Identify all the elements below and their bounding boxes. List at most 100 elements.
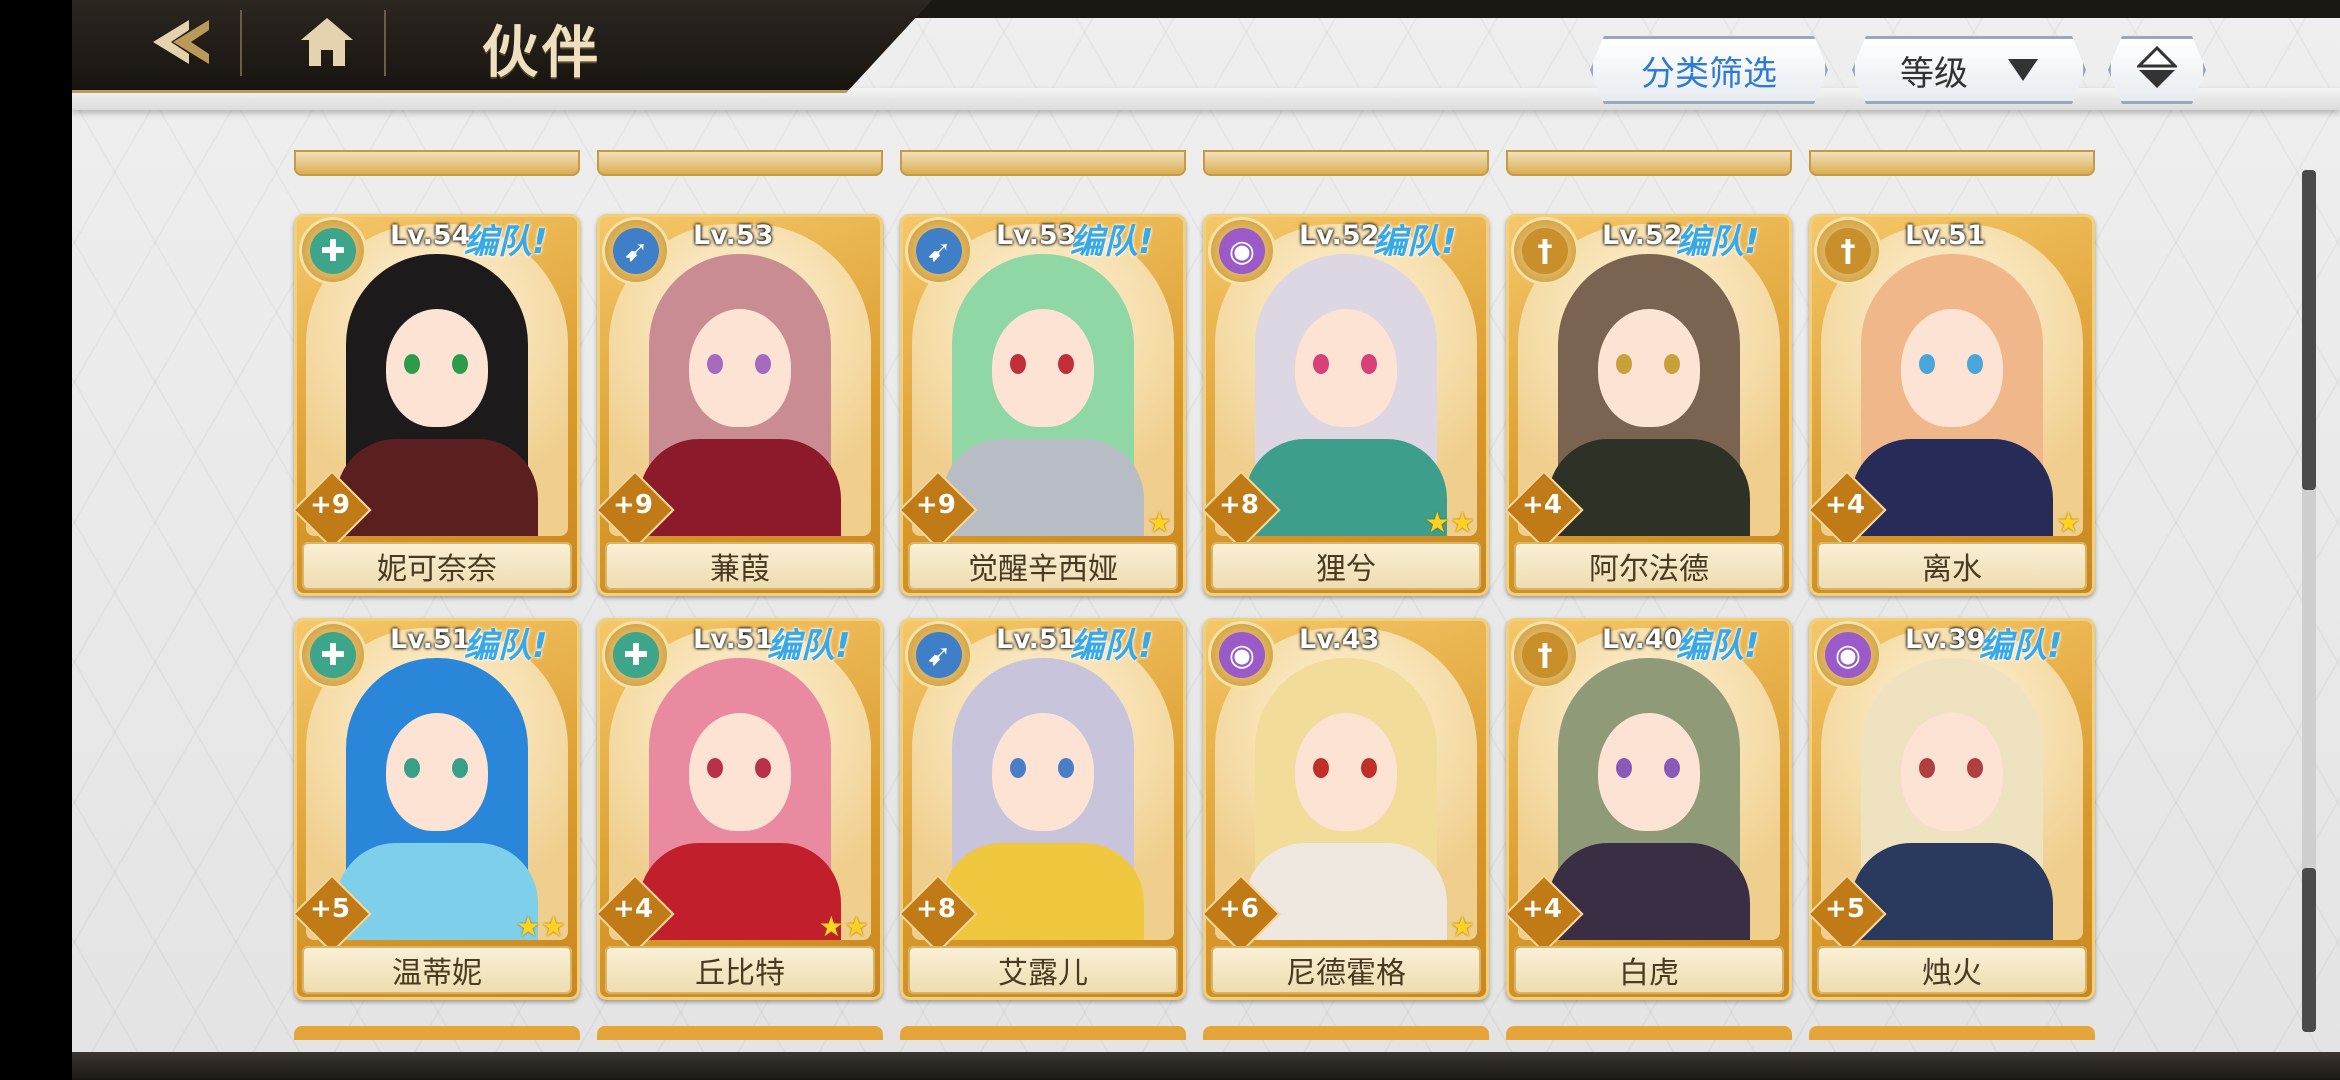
portrait-eye bbox=[452, 758, 468, 778]
partner-grid[interactable]: ✚ Lv.54 编队! +9 妮可奈奈 ➹ Lv.53 +9 蒹葭 ➹ Lv.5… bbox=[294, 150, 2168, 1040]
scrollbar[interactable] bbox=[2302, 170, 2316, 1032]
sort-dropdown[interactable]: 等级 bbox=[1852, 36, 2086, 104]
portrait-eye bbox=[707, 758, 723, 778]
star-rating: ★ bbox=[2055, 506, 2081, 539]
portrait-eye bbox=[404, 354, 420, 374]
card-partial-bottom[interactable] bbox=[1506, 1026, 1792, 1040]
portrait-eye bbox=[755, 354, 771, 374]
partner-card[interactable]: ✚ Lv.51 编队! +4 ★★ 丘比特 bbox=[597, 618, 883, 1000]
partner-name: 烛火 bbox=[1817, 946, 2087, 994]
bottom-bar bbox=[72, 1052, 2340, 1080]
class-bow-icon: ➹ bbox=[605, 220, 667, 282]
partner-card[interactable]: ◉ Lv.39 编队! +5 烛火 bbox=[1809, 618, 2095, 1000]
portrait-eye bbox=[1919, 758, 1935, 778]
card-partial-bottom[interactable] bbox=[597, 1026, 883, 1040]
level-label: Lv.52 bbox=[1602, 220, 1683, 251]
portrait-face bbox=[1901, 309, 2003, 427]
level-label: Lv.52 bbox=[1299, 220, 1380, 251]
card-partial-top[interactable] bbox=[1809, 150, 2095, 176]
card-partial-top[interactable] bbox=[597, 150, 883, 176]
chevron-down-icon bbox=[2008, 50, 2038, 90]
card-partial-bottom[interactable] bbox=[294, 1026, 580, 1040]
partner-card[interactable]: † Lv.40 编队! +4 白虎 bbox=[1506, 618, 1792, 1000]
partner-name: 妮可奈奈 bbox=[302, 542, 572, 590]
portrait-outfit bbox=[1851, 439, 2053, 536]
partner-card[interactable]: ◉ Lv.43 +6 ★ 尼德霍格 bbox=[1203, 618, 1489, 1000]
class-cross-icon: ✚ bbox=[302, 624, 364, 686]
home-button[interactable] bbox=[272, 6, 382, 82]
top-strip bbox=[792, 0, 2340, 18]
card-partial-top[interactable] bbox=[1203, 150, 1489, 176]
partner-card[interactable]: ➹ Lv.53 +9 蒹葭 bbox=[597, 214, 883, 596]
back-button[interactable] bbox=[126, 6, 236, 82]
plus-level: +9 bbox=[310, 490, 350, 520]
portrait-outfit bbox=[1548, 439, 1750, 536]
team-badge: 编队! bbox=[1070, 222, 1154, 262]
portrait-eye bbox=[404, 758, 420, 778]
plus-level: +4 bbox=[1825, 490, 1865, 520]
portrait-eye bbox=[1919, 354, 1935, 374]
level-label: Lv.53 bbox=[693, 220, 774, 251]
portrait-face bbox=[689, 309, 791, 427]
top-bar: 伙伴 分类筛选 等级 bbox=[72, 0, 2340, 112]
star-rating: ★★ bbox=[1424, 506, 1475, 539]
partner-name: 阿尔法德 bbox=[1514, 542, 1784, 590]
portrait-eye bbox=[1967, 354, 1983, 374]
team-badge: 编队! bbox=[1373, 222, 1457, 262]
game-screen: 伙伴 分类筛选 等级 ✚ Lv.54 编队! +9 妮可奈奈 ➹ Lv.53 +… bbox=[72, 0, 2340, 1080]
divider bbox=[240, 10, 242, 76]
partner-card[interactable]: ✚ Lv.51 编队! +5 ★★ 温蒂妮 bbox=[294, 618, 580, 1000]
partner-card[interactable]: † Lv.51 +4 ★ 离水 bbox=[1809, 214, 2095, 596]
partner-name: 尼德霍格 bbox=[1211, 946, 1481, 994]
plus-level: +9 bbox=[916, 490, 956, 520]
level-label: Lv.54 bbox=[390, 220, 471, 251]
portrait-eye bbox=[1058, 758, 1074, 778]
portrait-outfit bbox=[639, 843, 841, 940]
card-partial-top[interactable] bbox=[294, 150, 580, 176]
partner-card[interactable]: ◉ Lv.52 编队! +8 ★★ 狸兮 bbox=[1203, 214, 1489, 596]
team-badge: 编队! bbox=[464, 626, 548, 666]
scrollbar-thumb[interactable] bbox=[2302, 170, 2316, 490]
sort-order-icon bbox=[2137, 46, 2177, 94]
team-badge: 编队! bbox=[1070, 626, 1154, 666]
partner-name: 狸兮 bbox=[1211, 542, 1481, 590]
portrait-face bbox=[992, 713, 1094, 831]
plus-level: +8 bbox=[1219, 490, 1259, 520]
portrait-eye bbox=[1313, 758, 1329, 778]
filter-button[interactable]: 分类筛选 bbox=[1590, 36, 1828, 104]
class-orb-icon: ◉ bbox=[1817, 624, 1879, 686]
team-badge: 编队! bbox=[1676, 222, 1760, 262]
class-cross-icon: ✚ bbox=[605, 624, 667, 686]
portrait-face bbox=[1295, 713, 1397, 831]
card-partial-top[interactable] bbox=[1506, 150, 1792, 176]
level-label: Lv.40 bbox=[1602, 624, 1683, 655]
portrait-outfit bbox=[336, 439, 538, 536]
portrait-outfit bbox=[942, 843, 1144, 940]
card-partial-bottom[interactable] bbox=[1203, 1026, 1489, 1040]
team-badge: 编队! bbox=[1676, 626, 1760, 666]
portrait-eye bbox=[707, 354, 723, 374]
level-label: Lv.51 bbox=[996, 624, 1077, 655]
portrait-eye bbox=[1616, 758, 1632, 778]
partner-name: 白虎 bbox=[1514, 946, 1784, 994]
portrait-eye bbox=[1313, 354, 1329, 374]
partner-card[interactable]: † Lv.52 编队! +4 阿尔法德 bbox=[1506, 214, 1792, 596]
partner-card[interactable]: ➹ Lv.51 编队! +8 艾露儿 bbox=[900, 618, 1186, 1000]
portrait-outfit bbox=[336, 843, 538, 940]
team-badge: 编队! bbox=[464, 222, 548, 262]
portrait-face bbox=[1598, 713, 1700, 831]
portrait-eye bbox=[1361, 758, 1377, 778]
partner-card[interactable]: ➹ Lv.53 编队! +9 ★ 觉醒辛西娅 bbox=[900, 214, 1186, 596]
partner-card[interactable]: ✚ Lv.54 编队! +9 妮可奈奈 bbox=[294, 214, 580, 596]
card-partial-top[interactable] bbox=[900, 150, 1186, 176]
plus-level: +6 bbox=[1219, 894, 1259, 924]
sort-order-button[interactable] bbox=[2108, 36, 2206, 104]
partner-name: 丘比特 bbox=[605, 946, 875, 994]
card-partial-bottom[interactable] bbox=[1809, 1026, 2095, 1040]
portrait-eye bbox=[1010, 758, 1026, 778]
portrait-outfit bbox=[1548, 843, 1750, 940]
plus-level: +5 bbox=[1825, 894, 1865, 924]
scrollbar-thumb-lower[interactable] bbox=[2302, 868, 2316, 1032]
card-partial-bottom[interactable] bbox=[900, 1026, 1186, 1040]
class-cross-icon: ✚ bbox=[302, 220, 364, 282]
